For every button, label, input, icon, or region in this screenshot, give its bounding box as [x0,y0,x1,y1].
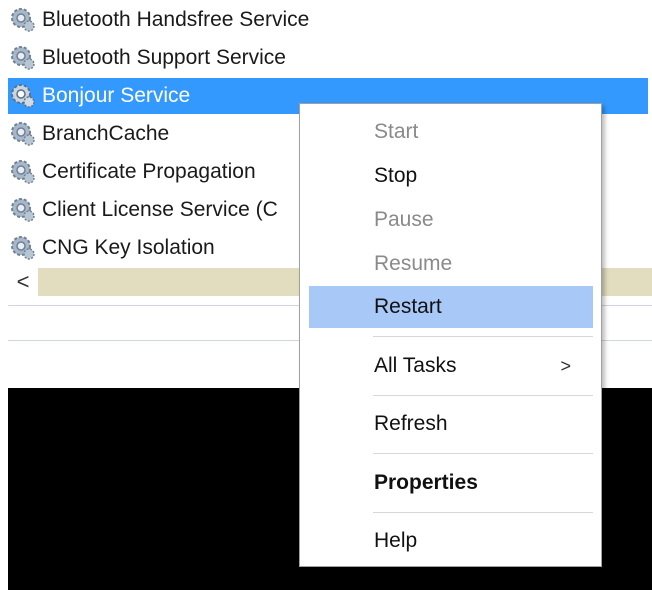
gear-icon [11,84,35,108]
menu-item-restart[interactable]: Restart [309,286,593,328]
service-name: CNG Key Isolation [42,236,215,259]
service-row[interactable]: Bluetooth Handsfree Service [8,2,309,38]
service-row[interactable]: CNG Key Isolation [8,230,215,266]
menu-item-resume[interactable]: Resume [309,243,593,285]
menu-separator [373,453,593,454]
menu-separator [373,395,593,396]
menu-item-all-tasks[interactable]: All Tasks > [309,345,593,387]
service-name: Bonjour Service [42,84,191,107]
service-row[interactable]: Client License Service (C [8,192,278,228]
gear-icon [11,122,35,146]
menu-item-properties[interactable]: Properties [309,462,593,504]
service-row[interactable]: Certificate Propagation [8,154,256,190]
menu-item-help[interactable]: Help [309,520,593,562]
service-name: BranchCache [42,122,170,145]
menu-item-pause[interactable]: Pause [309,199,593,241]
service-name: Client License Service (C [42,198,278,221]
menu-separator [373,512,593,513]
menu-separator [373,336,593,337]
context-menu: Start Stop Pause Resume Restart All Task… [299,103,602,567]
menu-item-refresh[interactable]: Refresh [309,403,593,445]
service-name: Bluetooth Handsfree Service [42,8,310,31]
gear-icon [11,160,35,184]
service-name: Bluetooth Support Service [42,46,286,69]
gear-icon [11,236,35,260]
gear-icon [11,46,35,70]
chevron-left-icon[interactable]: < [8,268,38,296]
service-row[interactable]: BranchCache [8,116,169,152]
menu-item-start[interactable]: Start [309,111,593,153]
gear-icon [11,8,35,32]
gear-icon [11,198,35,222]
service-row[interactable]: Bluetooth Support Service [8,40,286,76]
service-name: Certificate Propagation [42,160,256,183]
chevron-right-icon: > [560,355,571,376]
menu-item-stop[interactable]: Stop [309,155,593,197]
